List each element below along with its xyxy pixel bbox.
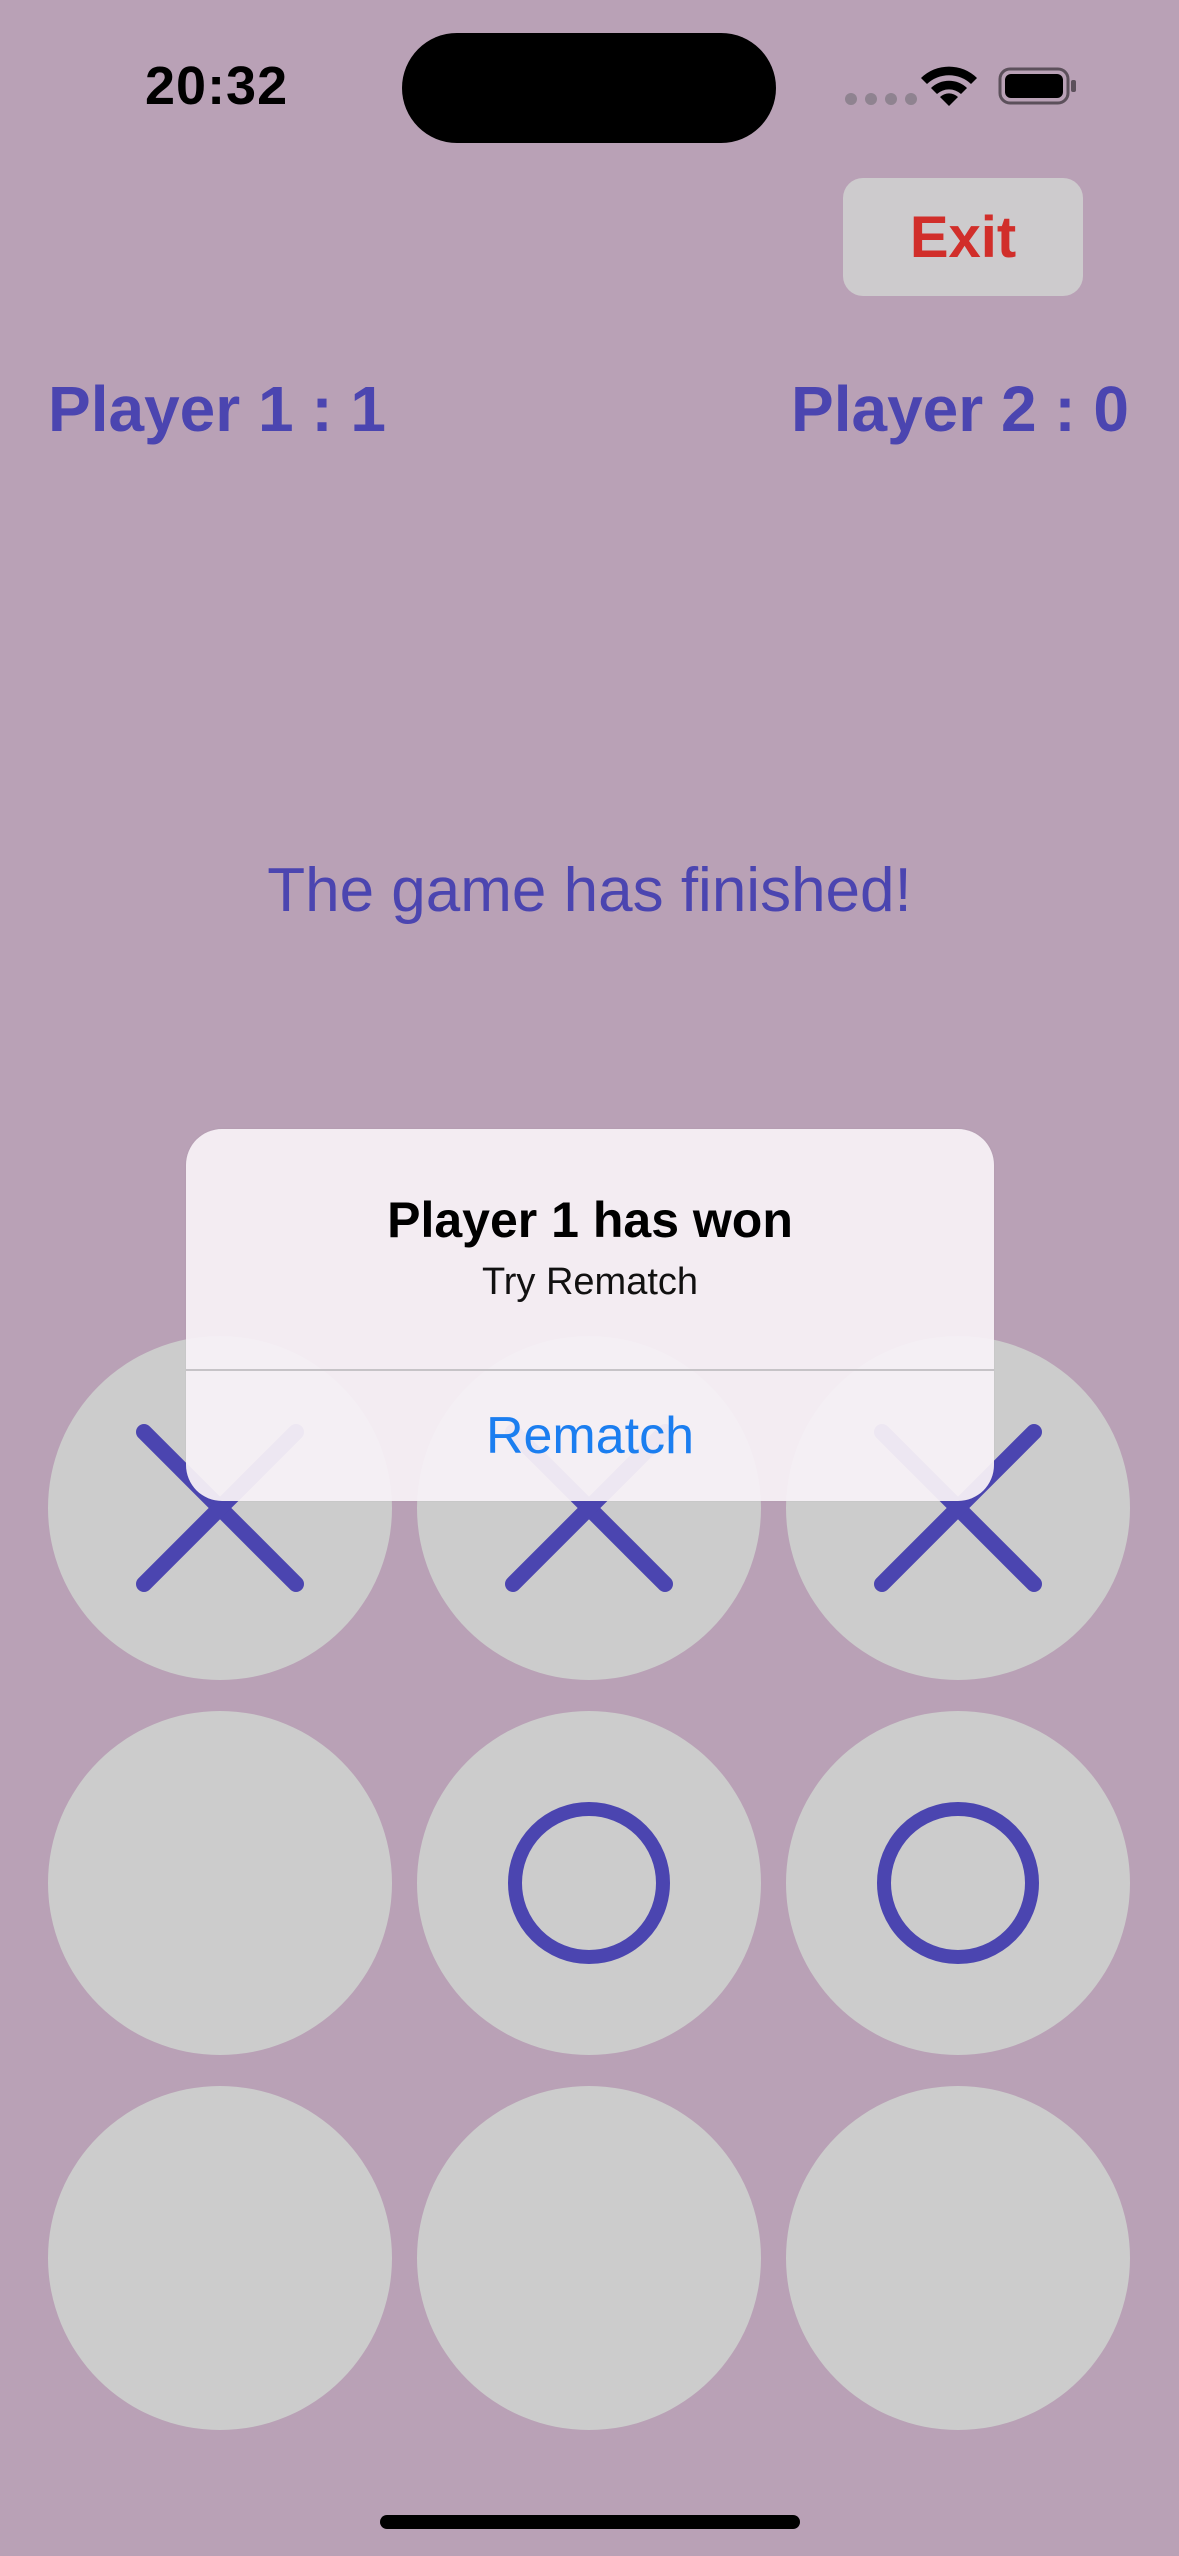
alert-message: Try Rematch	[481, 1261, 699, 1303]
dynamic-island	[402, 33, 776, 143]
exit-button[interactable]: Exit	[843, 178, 1083, 296]
board-cell-6[interactable]	[786, 1711, 1130, 2055]
battery-icon	[998, 67, 1076, 105]
o-mark-icon	[508, 1802, 670, 1964]
home-indicator[interactable]	[380, 2515, 800, 2529]
board-cell-8[interactable]	[417, 2086, 761, 2430]
player2-score: Player 2 : 0	[791, 373, 1129, 445]
status-time: 20:32	[145, 56, 289, 116]
game-status-message: The game has finished!	[267, 856, 912, 925]
wifi-icon	[921, 66, 977, 106]
cellular-signal-icon	[845, 93, 917, 105]
player1-score: Player 1 : 1	[48, 373, 386, 445]
board-cell-5[interactable]	[417, 1711, 761, 2055]
rematch-button[interactable]: Rematch	[186, 1371, 994, 1501]
o-mark-icon	[877, 1802, 1039, 1964]
board-cell-4[interactable]	[48, 1711, 392, 2055]
alert-title: Player 1 has won	[387, 1192, 793, 1248]
board-cell-7[interactable]	[48, 2086, 392, 2430]
board-cell-9[interactable]	[786, 2086, 1130, 2430]
win-alert-dialog: Player 1 has won Try Rematch Rematch	[186, 1129, 994, 1501]
